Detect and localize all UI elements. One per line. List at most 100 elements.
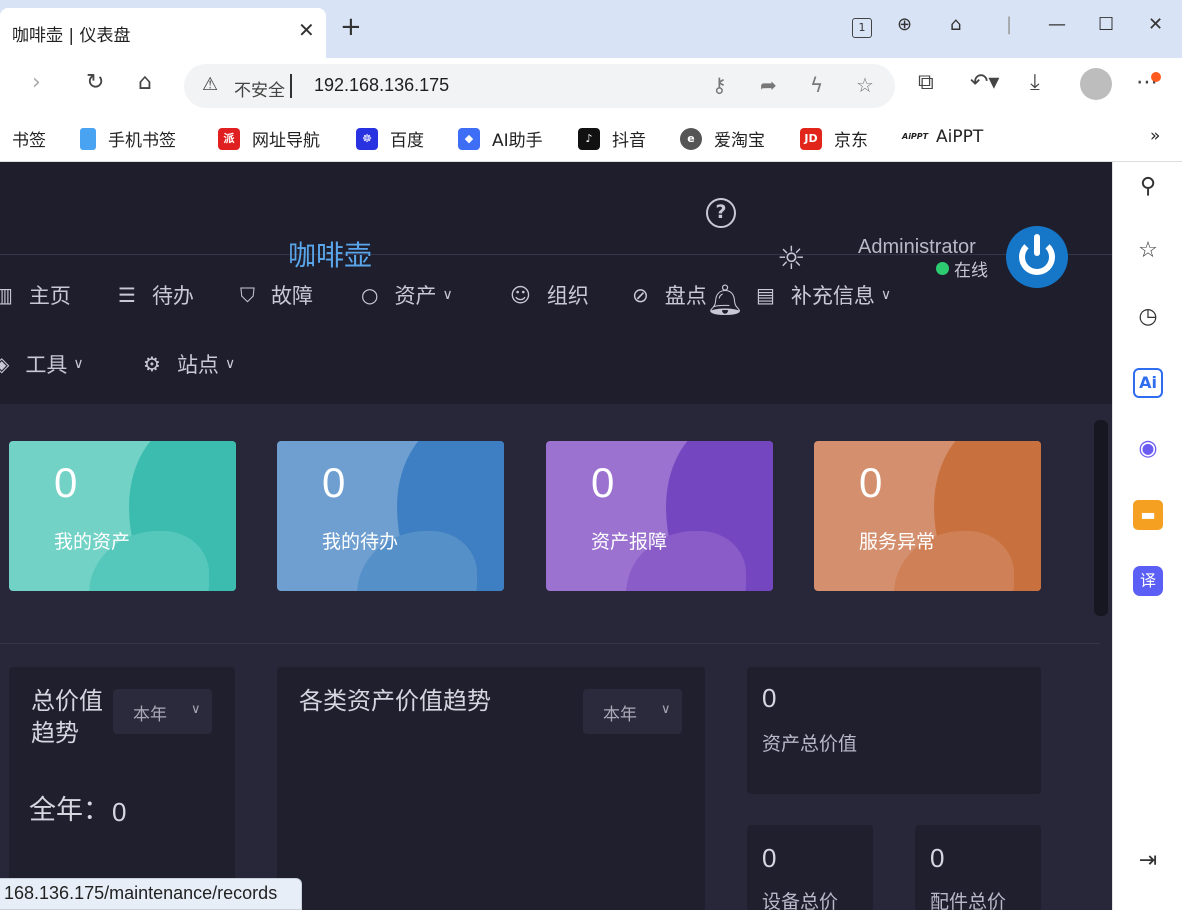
url-text[interactable]: 192.168.136.175 (314, 75, 449, 96)
panel-title: 各类资产价值趋势 (299, 687, 491, 715)
parts-total-panel: 0 配件总价 (915, 825, 1041, 910)
nav-assets[interactable]: ○ 资产 ∨ (361, 280, 453, 310)
toolbox-icon[interactable]: ▬ (1133, 500, 1163, 530)
check-circle-icon: ⊘ (632, 283, 649, 307)
nav-label: 待办 (151, 284, 194, 308)
page-scrollbar[interactable] (1094, 420, 1108, 616)
address-bar[interactable]: ⚠ 不安全 192.168.136.175 ⚷ ➦ ϟ ☆ (184, 64, 895, 108)
gear-icon: ⚙ (143, 352, 161, 376)
period-select[interactable]: 本年 ∨ (583, 689, 682, 734)
bookmark-label: AI助手 (492, 131, 543, 151)
card-my-todo[interactable]: 0 我的待办 (277, 441, 504, 591)
nav-extra-info[interactable]: ▤ 补充信息 ∨ (756, 280, 891, 310)
tab-count-icon[interactable]: 1 (852, 18, 872, 38)
link-status-bar: 168.136.175/maintenance/records (0, 878, 302, 910)
browser-tab[interactable]: 咖啡壶 | 仪表盘 ✕ (0, 8, 326, 58)
incognito-icon[interactable]: ⊕ (897, 16, 912, 34)
bookmark-label: 百度 (390, 131, 424, 151)
aippt-icon: AiPPT (902, 132, 929, 141)
card-label: 我的资产 (54, 531, 131, 553)
panel-title: 总价值趋势 (31, 687, 103, 748)
download-icon[interactable]: ⤓ (1030, 72, 1040, 94)
bookmarks-more-button[interactable]: » (1150, 126, 1160, 146)
category-trend-panel: 各类资产价值趋势 本年 ∨ (277, 667, 705, 910)
collapse-panel-icon[interactable]: ⇥ (1133, 846, 1163, 876)
bookmark-item[interactable]: ☸ 百度 (356, 126, 424, 151)
device-total-panel: 0 设备总价 (747, 825, 873, 910)
nav-fault[interactable]: ⛉ 故障 (240, 280, 313, 310)
stat-value: 0 (762, 843, 777, 873)
chevron-down-icon: ∨ (73, 356, 84, 372)
chevron-down-icon: ∨ (224, 356, 236, 372)
tab-close-icon[interactable]: ✕ (298, 18, 315, 42)
avatar[interactable] (1006, 226, 1068, 288)
translate-icon[interactable]: 译 (1133, 566, 1163, 596)
bookmark-label: 京东 (834, 131, 868, 151)
lightning-icon[interactable]: ϟ (810, 75, 823, 95)
year-label: 全年： (29, 795, 110, 826)
stat-label: 配件总价 (930, 891, 1007, 910)
key-icon[interactable]: ⚷ (712, 75, 727, 95)
bookmark-label: AiPPT (936, 127, 984, 147)
app-logo[interactable]: 咖啡壶 (288, 234, 372, 274)
reload-icon[interactable]: ↻ (86, 72, 104, 94)
nav-home[interactable]: ▥ 主页 (0, 280, 71, 310)
extension-icon[interactable]: ⧉ (918, 72, 934, 94)
browser-tab-bar: 咖啡壶 | 仪表盘 ✕ + 1 ⊕ ⌂ | — ☐ ✕ (0, 0, 1182, 58)
card-label: 服务异常 (859, 531, 936, 553)
bookmark-label: 手机书签 (108, 131, 176, 151)
nav-inventory[interactable]: ⊘ 盘点 (632, 280, 707, 310)
period-select[interactable]: 本年 ∨ (113, 689, 212, 734)
nav-label: 站点 (176, 353, 219, 377)
bar-chart-icon: ▥ (0, 283, 13, 307)
forward-icon[interactable]: › (32, 72, 41, 94)
favorites-star-icon[interactable]: ☆ (1133, 236, 1163, 266)
bookmark-item[interactable]: ◆ AI助手 (458, 126, 543, 151)
theme-sun-icon[interactable]: ☼ (777, 242, 806, 274)
bookmark-item[interactable]: e 爱淘宝 (680, 126, 765, 151)
maximize-icon[interactable]: ☐ (1098, 16, 1114, 34)
nav-org[interactable]: ☺ 组织 (510, 280, 589, 310)
card-asset-report[interactable]: 0 资产报障 (546, 441, 773, 591)
new-tab-button[interactable]: + (340, 14, 362, 40)
chevron-down-icon: ∨ (442, 287, 453, 303)
nav-site[interactable]: ⚙ 站点 ∨ (143, 349, 235, 379)
card-value: 0 (54, 459, 78, 506)
ai-assistant-icon[interactable]: Ai (1133, 368, 1163, 398)
nav-label: 盘点 (664, 284, 707, 308)
chevron-down-icon: ∨ (191, 702, 201, 717)
star-icon[interactable]: ☆ (856, 75, 874, 95)
total-value-trend-panel: 总价值趋势 本年 ∨ 全年： 0 (9, 667, 235, 910)
minimize-icon[interactable]: — (1048, 16, 1066, 34)
card-my-assets[interactable]: 0 我的资产 (9, 441, 236, 591)
chevron-down-icon: ∨ (661, 702, 671, 717)
bookmark-item[interactable]: 手机书签 (80, 126, 176, 151)
bookmark-item[interactable]: 派网址导航 (218, 126, 320, 151)
bookmark-item[interactable]: ♪ 抖音 (578, 126, 646, 151)
bookmark-label: 爱淘宝 (714, 131, 765, 151)
card-value: 0 (591, 459, 615, 506)
game-controller-icon[interactable]: ◉ (1133, 434, 1163, 464)
nav-todo[interactable]: ☰ 待办 (118, 280, 194, 310)
bookmark-item[interactable]: JD 京东 (800, 126, 868, 151)
close-window-icon[interactable]: ✕ (1148, 16, 1163, 34)
notification-dot (1151, 72, 1161, 82)
security-label[interactable]: 不安全 (234, 76, 285, 101)
warning-icon: ⚠ (202, 74, 219, 95)
profile-avatar-icon[interactable] (1080, 68, 1112, 100)
undo-menu-icon[interactable]: ↶▾ (970, 72, 999, 94)
bell-icon[interactable]: 🔔︎ (706, 286, 744, 316)
home-icon[interactable]: ⌂ (138, 72, 152, 94)
share-icon[interactable]: ➦ (760, 75, 777, 95)
nav-tools[interactable]: ◈ 工具 ∨ (0, 349, 84, 379)
history-clock-icon[interactable]: ◷ (1133, 302, 1163, 332)
tab-title: 咖啡壶 | 仪表盘 (12, 26, 131, 46)
bookmark-item[interactable]: AiPPT AiPPT (902, 126, 983, 148)
help-icon[interactable]: ? (706, 198, 736, 228)
search-icon[interactable]: ⚲ (1133, 172, 1163, 202)
bookmark-item[interactable]: 书签 (12, 126, 46, 151)
card-service-error[interactable]: 0 服务异常 (814, 441, 1041, 591)
extensions-puzzle-icon[interactable]: ⌂ (950, 16, 961, 34)
jd-icon: JD (800, 127, 822, 150)
online-dot (936, 262, 949, 275)
